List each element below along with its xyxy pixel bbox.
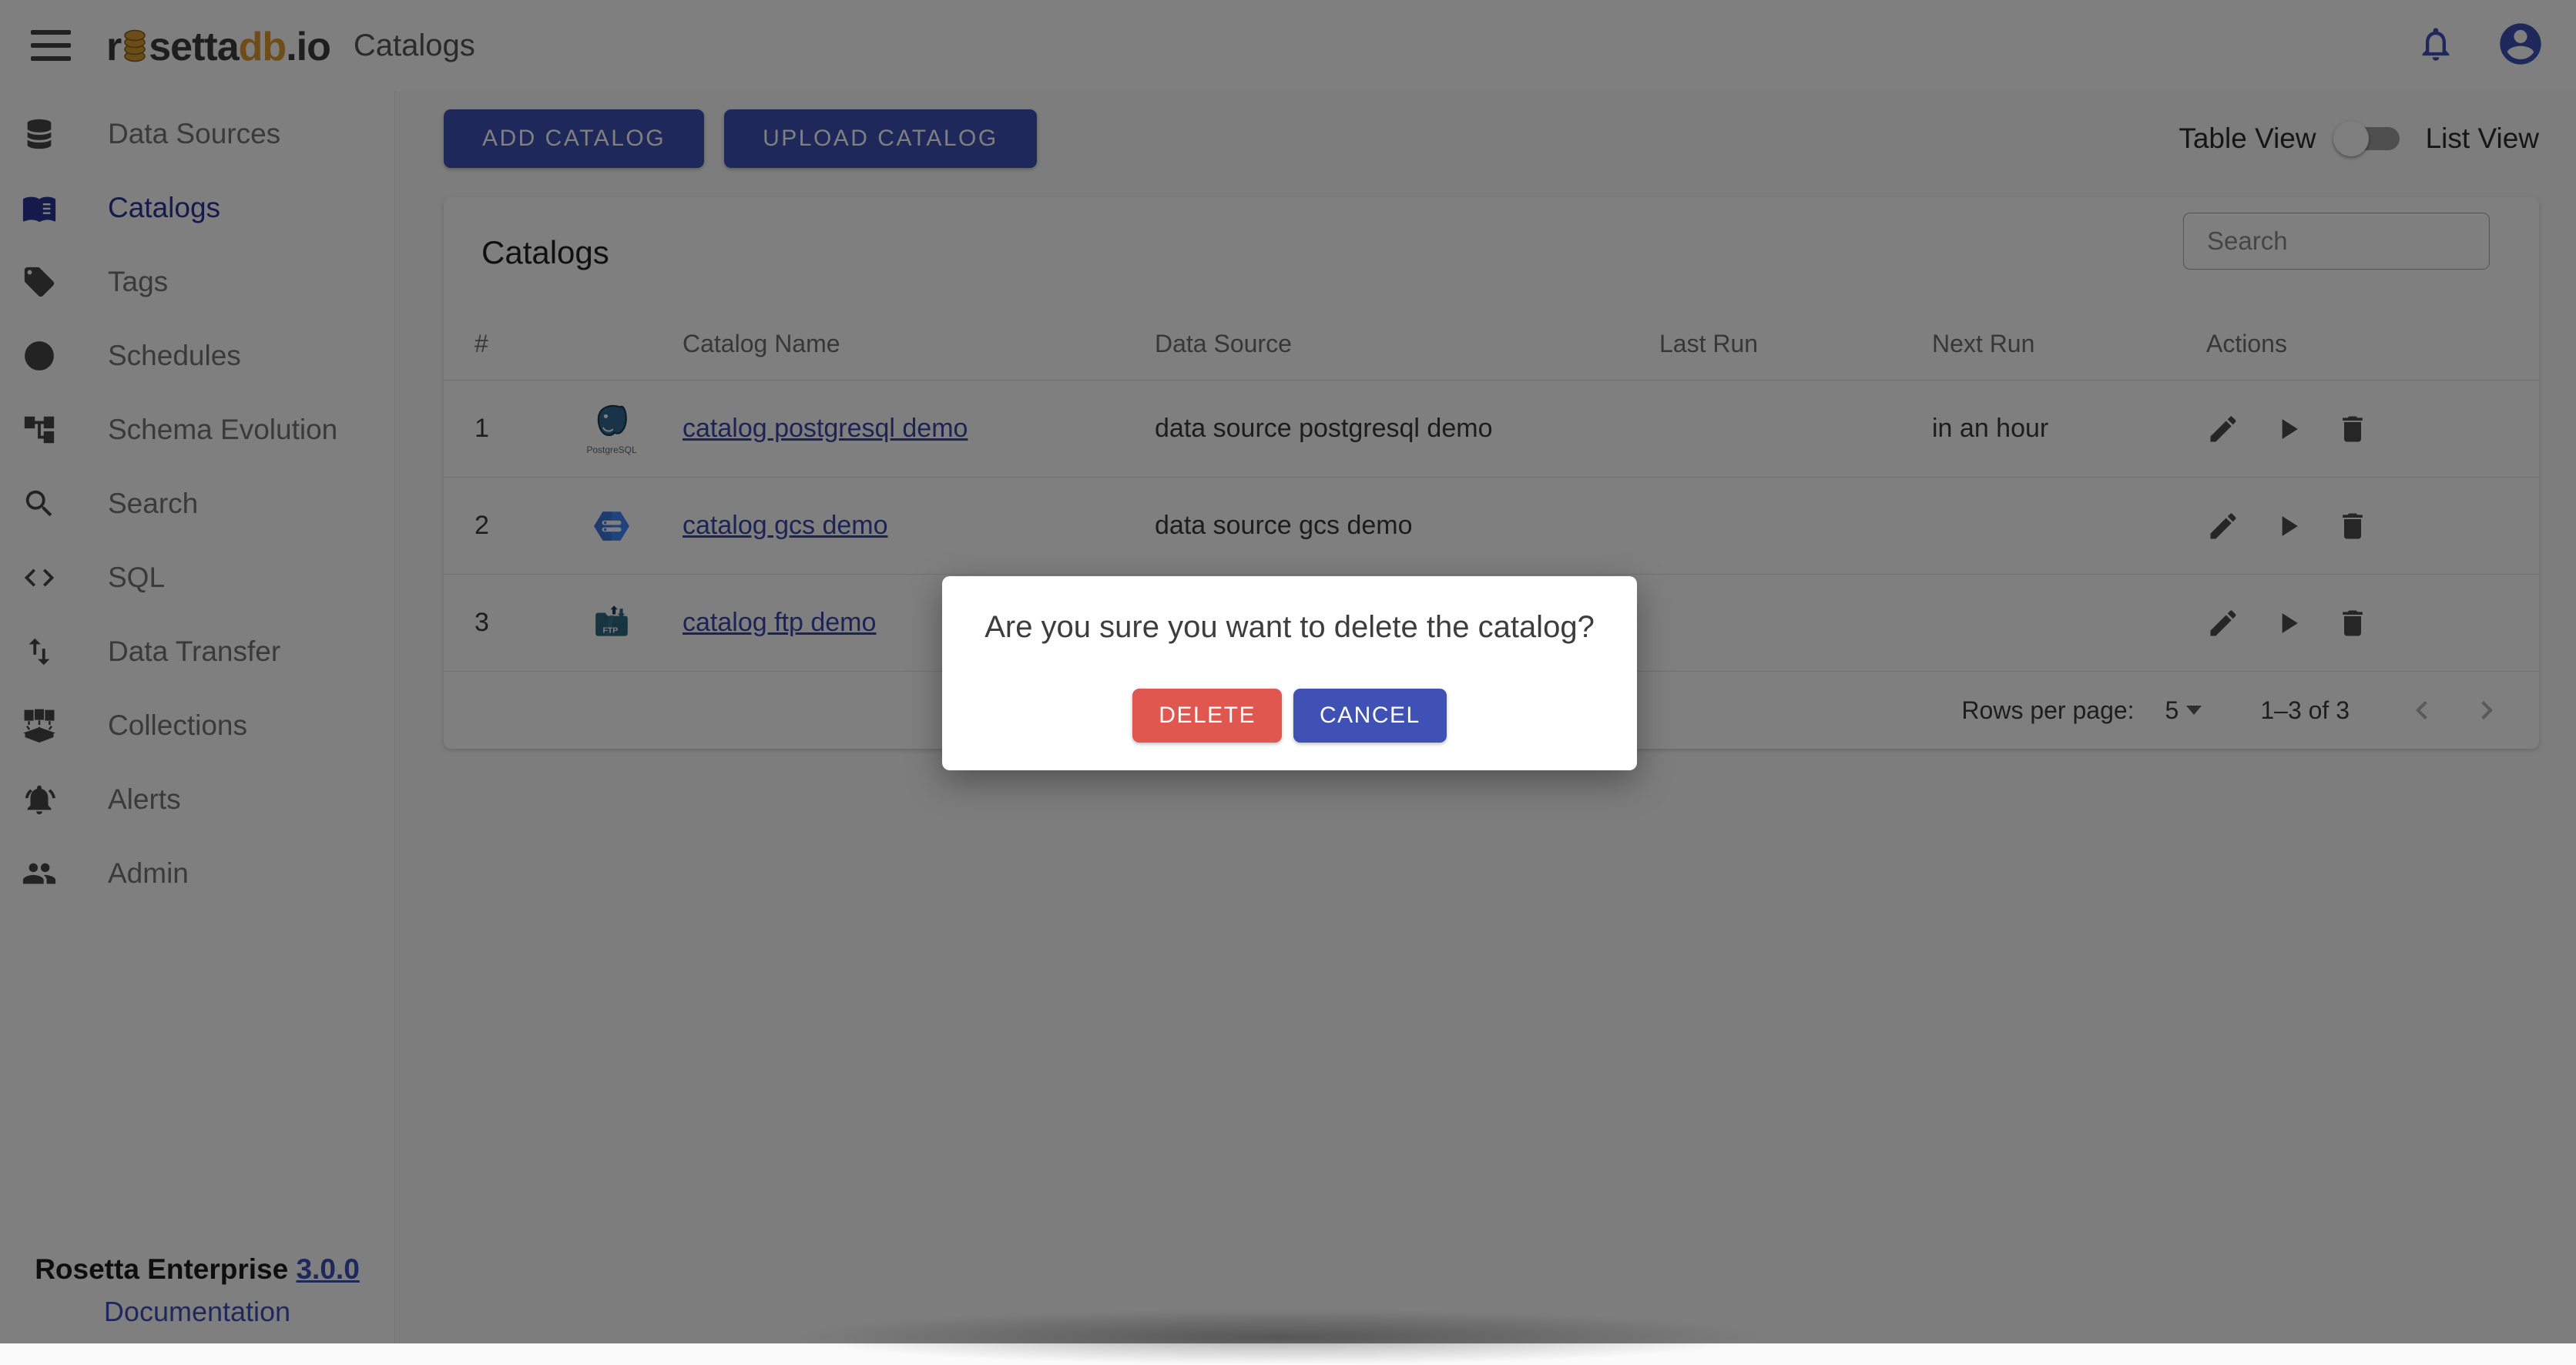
dialog-actions: DELETE CANCEL <box>942 689 1637 743</box>
app-root: rsettadb.io Catalogs Data Sources Catalo… <box>0 0 2576 1343</box>
delete-button[interactable]: DELETE <box>1132 689 1282 743</box>
cancel-button[interactable]: CANCEL <box>1293 689 1447 743</box>
dialog-message: Are you sure you want to delete the cata… <box>942 610 1637 645</box>
delete-confirm-dialog: Are you sure you want to delete the cata… <box>942 576 1637 770</box>
